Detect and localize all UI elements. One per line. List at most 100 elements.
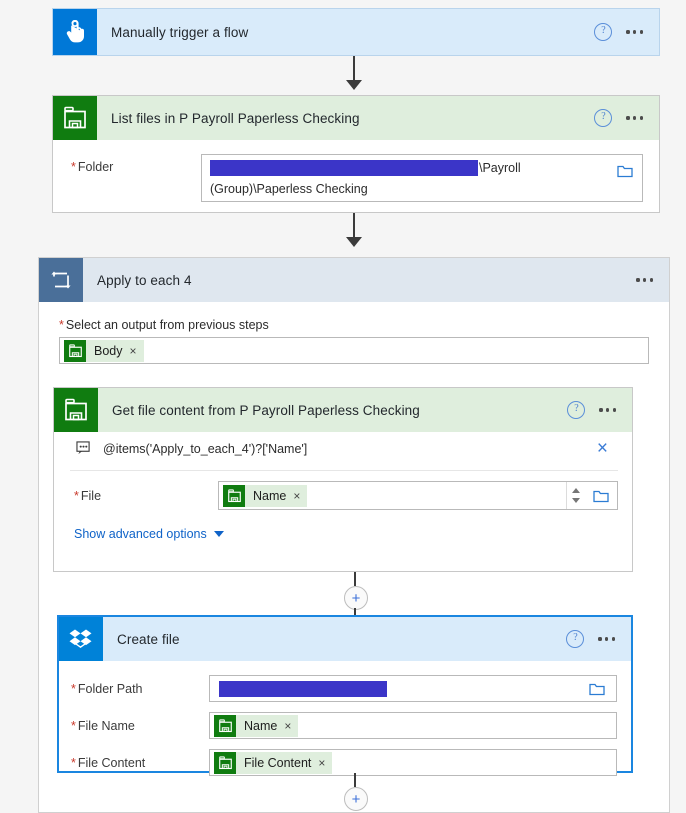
required-marker: * [71, 755, 76, 770]
card-manually-trigger-a-flow[interactable]: Manually trigger a flow ? [52, 8, 660, 56]
sharepoint-icon [214, 751, 236, 774]
stepper-down-icon[interactable] [572, 498, 580, 503]
folder-input[interactable]: \Payroll (Group)\Paperless Checking [201, 154, 643, 202]
close-icon[interactable]: × [597, 438, 614, 460]
expression-text: @items('Apply_to_each_4')?['Name'] [103, 442, 308, 456]
field-row-folder: * Folder \Payroll (Group)\Paperless Check… [53, 154, 643, 202]
card-get-file-content[interactable]: Get file content from P Payroll Paperles… [53, 387, 633, 572]
card-header-actions: ? [566, 630, 631, 648]
more-options-icon[interactable] [636, 278, 653, 282]
token-remove-icon[interactable]: × [130, 344, 137, 358]
stepper-up-icon[interactable] [572, 488, 580, 493]
token-chip-name[interactable]: Name × [223, 484, 308, 507]
sharepoint-icon [54, 388, 98, 432]
sharepoint-icon [214, 714, 236, 737]
card-header[interactable]: Get file content from P Payroll Paperles… [54, 388, 632, 432]
add-step-button[interactable]: + [344, 787, 368, 811]
folder-value-suffix: \Payroll [479, 161, 521, 175]
card-title: List files in P Payroll Paperless Checki… [111, 110, 360, 126]
file-content-input[interactable]: File Content × [209, 749, 617, 776]
card-header-actions: ? [594, 23, 659, 41]
token-remove-icon[interactable]: × [293, 489, 300, 503]
required-marker: * [71, 681, 76, 696]
required-marker: * [59, 318, 64, 332]
advanced-options-label: Show advanced options [74, 527, 207, 541]
show-advanced-options-link[interactable]: Show advanced options [70, 510, 618, 541]
card-header[interactable]: Create file ? [59, 617, 631, 661]
field-label-file-name: * File Name [71, 718, 135, 733]
connector-line [353, 56, 355, 82]
card-header[interactable]: Manually trigger a flow ? [53, 9, 659, 55]
loop-icon [39, 258, 83, 302]
card-header-actions: ? [567, 401, 632, 419]
card-body: @items('Apply_to_each_4')?['Name'] × * Fi… [54, 430, 632, 541]
token-label: Body [94, 343, 123, 358]
connector-line [354, 773, 356, 787]
card-header-actions [636, 278, 669, 282]
folder-path-input[interactable] [209, 675, 617, 702]
card-title: Apply to each 4 [97, 272, 192, 288]
select-output-input[interactable]: Body × [59, 337, 649, 364]
select-output-label: * Select an output from previous steps [59, 318, 269, 332]
card-apply-to-each[interactable]: Apply to each 4 * Select an output from p… [38, 257, 670, 813]
token-chip-body[interactable]: Body × [64, 339, 144, 362]
card-body: * Folder \Payroll (Group)\Paperless Check… [53, 140, 659, 202]
file-name-input[interactable]: Name × [209, 712, 617, 739]
redacted-value [210, 160, 478, 176]
connector-line [353, 213, 355, 239]
help-icon[interactable]: ? [594, 109, 613, 127]
more-options-icon[interactable] [626, 30, 643, 34]
redacted-value [219, 680, 387, 697]
touch-trigger-icon [53, 9, 97, 55]
folder-picker-icon[interactable] [582, 682, 612, 696]
connector-line [354, 572, 356, 586]
token-remove-icon[interactable]: × [284, 719, 291, 733]
apply-to-each-body: * Select an output from previous steps Bo… [39, 302, 669, 364]
card-header[interactable]: Apply to each 4 [39, 258, 669, 302]
more-options-icon[interactable] [626, 116, 643, 120]
add-step-button[interactable]: + [344, 586, 368, 610]
connector-arrow [346, 80, 362, 90]
chevron-down-icon [213, 531, 224, 537]
card-list-files[interactable]: List files in P Payroll Paperless Checki… [52, 95, 660, 213]
card-body: * Folder Path * File Name Name × * File … [59, 661, 631, 776]
help-icon[interactable]: ? [594, 23, 613, 41]
token-chip-file-content[interactable]: File Content × [214, 751, 333, 774]
file-input[interactable]: Name × [218, 481, 618, 510]
card-title: Get file content from P Payroll Paperles… [112, 402, 420, 418]
folder-picker-icon[interactable] [585, 489, 617, 503]
field-row-file: * File Name × [70, 481, 618, 510]
field-row-folder-path: * Folder Path [61, 675, 617, 702]
token-remove-icon[interactable]: × [318, 756, 325, 770]
folder-picker-icon[interactable] [608, 155, 642, 201]
card-header[interactable]: List files in P Payroll Paperless Checki… [53, 96, 659, 140]
flow-designer-canvas: Manually trigger a flow ? List files in … [0, 0, 686, 813]
card-create-file[interactable]: Create file ? * Folder Path * File Name … [57, 615, 633, 776]
field-label-file: * File [74, 488, 102, 503]
help-icon[interactable]: ? [566, 630, 585, 648]
more-options-icon[interactable] [599, 408, 616, 412]
required-marker: * [71, 160, 76, 174]
field-label-file-content: * File Content [71, 755, 146, 770]
token-chip-name[interactable]: Name × [214, 714, 299, 737]
sharepoint-icon [223, 484, 245, 507]
card-title: Create file [117, 631, 180, 647]
dropbox-icon [59, 617, 103, 661]
expression-icon [76, 440, 91, 458]
sharepoint-icon [64, 339, 86, 362]
sharepoint-icon [53, 96, 97, 140]
connector-arrow [346, 237, 362, 247]
token-label: File Content [244, 755, 312, 770]
help-icon[interactable]: ? [567, 401, 586, 419]
field-row-file-name: * File Name Name × [61, 712, 617, 739]
token-label: Name [244, 718, 278, 733]
token-label: Name [253, 488, 287, 503]
field-label-folder: * Folder [71, 160, 114, 174]
file-stepper[interactable] [566, 482, 585, 509]
folder-value-line2: (Group)\Paperless Checking [210, 182, 368, 196]
field-row-file-content: * File Content File Content × [61, 749, 617, 776]
expression-row[interactable]: @items('Apply_to_each_4')?['Name'] × [70, 430, 618, 471]
required-marker: * [71, 718, 76, 733]
field-label-folder-path: * Folder Path [71, 681, 143, 696]
more-options-icon[interactable] [598, 637, 615, 641]
